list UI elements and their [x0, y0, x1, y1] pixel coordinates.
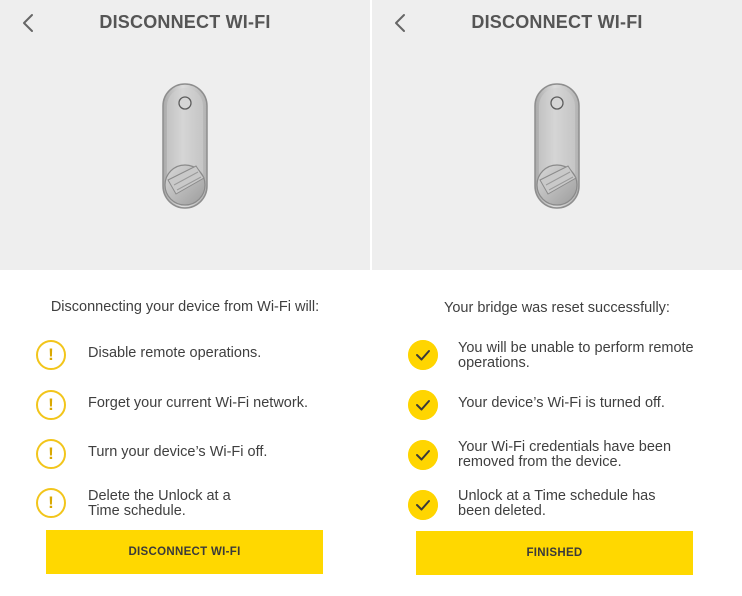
hero-area: DISCONNECT WI-FI [372, 0, 742, 270]
warning-icon: ! [36, 340, 66, 370]
item-text: Forget your current Wi-Fi network. [88, 395, 308, 411]
intro-text: Your bridge was reset successfully: [444, 300, 670, 316]
item-text: You will be unable to perform remote ope… [458, 340, 694, 371]
warning-icon: ! [36, 488, 66, 518]
checkmark-icon [408, 440, 438, 470]
checkmark-icon [408, 340, 438, 370]
item-text: Your Wi-Fi credentials have been removed… [458, 439, 672, 470]
chevron-left-icon[interactable] [390, 12, 412, 34]
finished-button[interactable]: FINISHED [416, 531, 693, 575]
chevron-left-icon[interactable] [18, 12, 40, 34]
item-text: Delete the Unlock at a Time schedule. [88, 488, 231, 519]
page-title: DISCONNECT WI-FI [471, 12, 643, 32]
item-text: Your device’s Wi-Fi is turned off. [458, 395, 665, 411]
disconnect-wifi-screen: DISCONNECT WI-FI Disconnecting your devi… [0, 0, 370, 596]
reset-success-screen: DISCONNECT WI-FI Your bridge was reset s… [372, 0, 742, 596]
item-text: Disable remote operations. [88, 345, 262, 361]
checkmark-icon [408, 390, 438, 420]
disconnect-wifi-button[interactable]: DISCONNECT WI-FI [46, 530, 323, 574]
intro-text: Disconnecting your device from Wi-Fi wil… [50, 299, 320, 315]
page-title: DISCONNECT WI-FI [99, 12, 271, 32]
warning-icon: ! [36, 390, 66, 420]
item-text: Turn your device’s Wi-Fi off. [88, 444, 268, 460]
warning-icon: ! [36, 439, 66, 469]
smart-lock-illustration [162, 83, 208, 209]
smart-lock-illustration [534, 83, 580, 209]
item-text: Unlock at a Time schedule has been delet… [458, 488, 656, 519]
hero-area: DISCONNECT WI-FI [0, 0, 370, 270]
checkmark-icon [408, 490, 438, 520]
